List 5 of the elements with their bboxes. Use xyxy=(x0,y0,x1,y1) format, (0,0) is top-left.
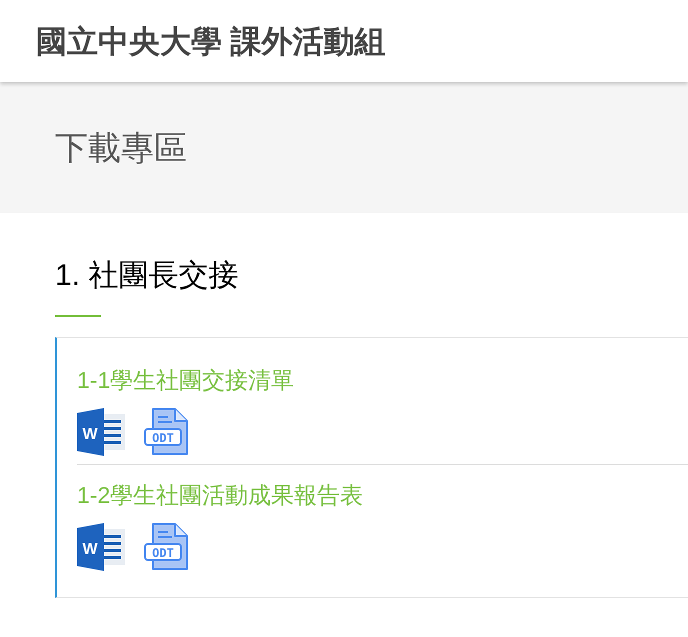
page-title: 下載專區 xyxy=(55,131,187,164)
download-link[interactable]: 1-1學生社團交接清單 xyxy=(77,366,294,394)
download-link[interactable]: 1-2學生社團活動成果報告表 xyxy=(77,481,364,509)
site-title[interactable]: 國立中央大學 課外活動組 xyxy=(36,26,386,56)
section-heading: 1. 社團長交接 xyxy=(55,261,238,291)
